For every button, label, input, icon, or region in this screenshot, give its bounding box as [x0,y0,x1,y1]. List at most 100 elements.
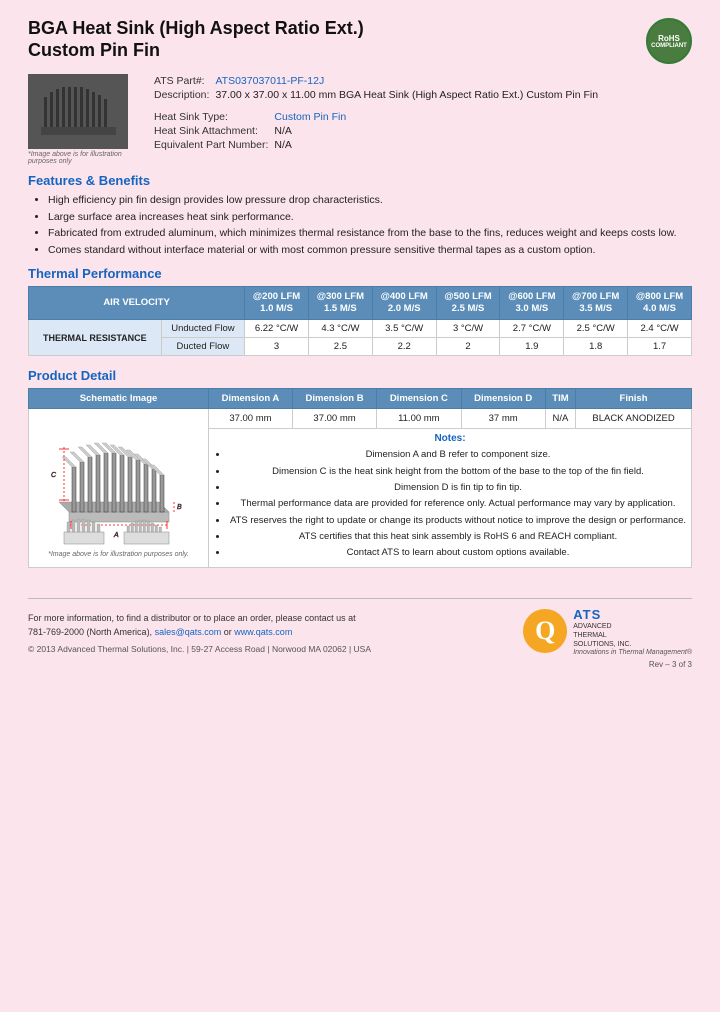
desc-label: Description: [154,88,215,102]
notes-cell: Notes: Dimension A and B refer to compon… [209,429,692,567]
detail-table: Schematic Image Dimension A Dimension B … [28,388,692,567]
thermal-table: AIR VELOCITY @200 LFM 1.0 M/S @300 LFM 1… [28,286,692,357]
cell-unducted-400: 3.5 °C/W [372,320,436,338]
cell-ducted-200: 3 [245,338,309,356]
list-item: High efficiency pin fin design provides … [48,193,692,208]
part-number-table: ATS Part#: ATS037037011-PF-12J Descripti… [154,74,604,102]
detail-table-wrap: Schematic Image Dimension A Dimension B … [28,388,692,567]
product-image-box [28,74,128,149]
col-200lfm: @200 LFM 1.0 M/S [245,286,309,320]
list-item: ATS reserves the right to update or chan… [228,514,688,527]
col-600lfm: @600 LFM 3.0 M/S [500,286,564,320]
list-item: Thermal performance data are provided fo… [228,497,688,510]
thermal-heading: Thermal Performance [28,266,692,281]
cell-ducted-500: 2 [436,338,500,356]
cell-unducted-600: 2.7 °C/W [500,320,564,338]
list-item: Comes standard without interface materia… [48,243,692,258]
col-500lfm: @500 LFM 2.5 M/S [436,286,500,320]
cell-ducted-600: 1.9 [500,338,564,356]
col-dim-d: Dimension D [461,389,545,409]
cell-unducted-800: 2.4 °C/W [628,320,692,338]
product-details: ATS Part#: ATS037037011-PF-12J Descripti… [154,74,692,165]
list-item: Large surface area increases heat sink p… [48,210,692,225]
equiv-value: N/A [274,138,352,152]
cell-ducted-700: 1.8 [564,338,628,356]
list-item: Dimension D is fin tip to fin tip. [228,481,688,494]
schematic-svg: C A B [39,417,199,547]
page-title: BGA Heat Sink (High Aspect Ratio Ext.) C… [28,18,364,61]
page-number: Rev – 3 of 3 [28,660,692,669]
schematic-cell: C A B [29,409,209,567]
email-link[interactable]: sales@qats.com [155,627,222,637]
col-300lfm: @300 LFM 1.5 M/S [308,286,372,320]
ducted-flow-label: Ducted Flow [161,338,244,356]
ats-q-logo: Q [523,609,567,653]
spec-table: Heat Sink Type: Custom Pin Fin Heat Sink… [154,110,352,152]
thermal-resistance-label: THERMAL RESISTANCE [29,320,162,356]
col-tim: TIM [545,389,575,409]
schematic-image-box: C A B [39,417,199,547]
svg-text:A: A [113,532,119,539]
dim-b-value: 37.00 mm [292,409,376,429]
schematic-caption: *Image above is for illustration purpose… [32,551,205,558]
cell-ducted-400: 2.2 [372,338,436,356]
footer-contact: For more information, to find a distribu… [28,612,371,639]
cell-unducted-700: 2.5 °C/W [564,320,628,338]
ats-main-label: ATS [573,607,692,622]
table-row: THERMAL RESISTANCE Unducted Flow 6.22 °C… [29,320,692,338]
notes-list: Dimension A and B refer to component siz… [212,448,688,559]
cell-unducted-300: 4.3 °C/W [308,320,372,338]
air-velocity-header: AIR VELOCITY [29,286,245,320]
col-400lfm: @400 LFM 2.0 M/S [372,286,436,320]
ats-tagline: Innovations in Thermal Management® [573,649,692,656]
footer-left: For more information, to find a distribu… [28,612,371,656]
attachment-label: Heat Sink Attachment: [154,124,274,138]
cell-ducted-800: 1.7 [628,338,692,356]
ats-sub1: ADVANCED [573,622,692,631]
page-title-block: BGA Heat Sink (High Aspect Ratio Ext.) C… [28,18,364,61]
tim-value: N/A [545,409,575,429]
list-item: Dimension C is the heat sink height from… [228,465,688,478]
product-image-section: *Image above is for illustration purpose… [28,74,138,165]
thermal-table-wrap: AIR VELOCITY @200 LFM 1.0 M/S @300 LFM 1… [28,286,692,357]
table-row: C A B [29,409,692,429]
page-header: BGA Heat Sink (High Aspect Ratio Ext.) C… [28,18,692,64]
svg-text:C: C [51,472,57,479]
equiv-label: Equivalent Part Number: [154,138,274,152]
features-list: High efficiency pin fin design provides … [28,193,692,258]
rohs-badge: RoHS COMPLIANT [646,18,692,64]
col-dim-a: Dimension A [209,389,293,409]
list-item: ATS certifies that this heat sink assemb… [228,530,688,543]
cell-unducted-500: 3 °C/W [436,320,500,338]
list-item: Contact ATS to learn about custom option… [228,546,688,559]
list-item: Dimension A and B refer to component siz… [228,448,688,461]
unducted-flow-label: Unducted Flow [161,320,244,338]
footer-logo: Q ATS ADVANCED THERMAL SOLUTIONS, INC. I… [523,607,692,656]
svg-text:B: B [177,504,182,511]
part-number: ATS037037011-PF-12J [215,74,604,88]
col-800lfm: @800 LFM 4.0 M/S [628,286,692,320]
website-link[interactable]: www.qats.com [234,627,292,637]
col-dim-c: Dimension C [377,389,461,409]
description: 37.00 x 37.00 x 11.00 mm BGA Heat Sink (… [215,88,604,102]
footer: For more information, to find a distribu… [28,598,692,656]
notes-heading: Notes: [212,433,688,444]
features-heading: Features & Benefits [28,173,692,188]
product-info-section: *Image above is for illustration purpose… [28,74,692,165]
col-700lfm: @700 LFM 3.5 M/S [564,286,628,320]
page: BGA Heat Sink (High Aspect Ratio Ext.) C… [0,0,720,1012]
dim-a-value: 37.00 mm [209,409,293,429]
list-item: Fabricated from extruded aluminum, which… [48,226,692,241]
ats-text-block: ATS ADVANCED THERMAL SOLUTIONS, INC. Inn… [573,607,692,656]
footer-copyright: © 2013 Advanced Thermal Solutions, Inc. … [28,643,371,656]
attachment-value: N/A [274,124,352,138]
dim-c-value: 11.00 mm [377,409,461,429]
col-schematic: Schematic Image [29,389,209,409]
type-value: Custom Pin Fin [274,110,352,124]
dim-d-value: 37 mm [461,409,545,429]
part-label: ATS Part#: [154,74,215,88]
type-label: Heat Sink Type: [154,110,274,124]
col-finish: Finish [576,389,692,409]
product-image-svg [31,77,126,147]
cell-unducted-200: 6.22 °C/W [245,320,309,338]
